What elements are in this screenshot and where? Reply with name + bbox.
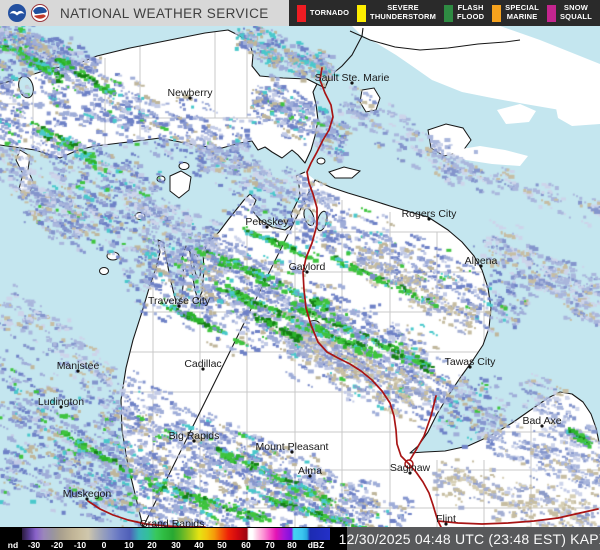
city-label: Cadillac: [184, 358, 221, 370]
dbz-tick-label: 0: [102, 540, 107, 550]
city-label: Sault Ste. Marie: [315, 72, 390, 84]
legend-item: SNOWSQUALL: [547, 4, 592, 21]
city-label: Saginaw: [390, 462, 431, 474]
highway-road: [438, 509, 598, 524]
legend-swatch: [357, 5, 366, 22]
city-label: Tawas City: [445, 356, 497, 368]
city-label: Alpena: [465, 255, 498, 267]
dbz-tick-label: -30: [28, 540, 40, 550]
legend-item: FLASHFLOOD: [444, 4, 484, 21]
city-label: Bad Axe: [522, 415, 561, 427]
dbz-tick-label: 50: [217, 540, 226, 550]
timestamp: 12/30/2025 04:48 UTC (23:48 EST) KAPX: [347, 527, 600, 550]
dbz-tick-label: 10: [124, 540, 133, 550]
legend-label: TORNADO: [310, 9, 349, 18]
header-bar: NATIONAL WEATHER SERVICE TORNADO SEVERETH…: [0, 0, 600, 26]
map-overlay-layer: Newberry Sault Ste. Marie Petoskey Rogers C…: [0, 26, 600, 527]
noaa-logo-icon: [8, 4, 26, 22]
highway-road: [410, 396, 436, 460]
legend-label: FLASHFLOOD: [457, 4, 484, 21]
legend-swatch: [547, 5, 556, 22]
city-label: Muskegon: [63, 488, 112, 500]
city-label: Rogers City: [402, 208, 458, 220]
city-label: Traverse City: [148, 295, 211, 307]
city-label: Petoskey: [245, 216, 289, 228]
legend-item: TORNADO: [297, 5, 349, 22]
legend-label: SPECIALMARINE: [505, 4, 539, 21]
legend-item: SPECIALMARINE: [492, 4, 539, 21]
radar-map[interactable]: Newberry Sault Ste. Marie Petoskey Rogers C…: [0, 26, 600, 527]
app-title: NATIONAL WEATHER SERVICE: [60, 6, 269, 21]
warning-legend: TORNADO SEVERETHUNDERSTORM FLASHFLOOD SPECI…: [289, 0, 600, 26]
city-label: Big Rapids: [169, 430, 220, 442]
status-bar: nd -30 -20 -10 0 10 20 30 40 50 60 70 80 dBZ 12/30/20…: [0, 527, 600, 550]
legend-label: SNOWSQUALL: [560, 4, 592, 21]
legend-item: SEVERETHUNDERSTORM: [357, 4, 436, 21]
dbz-tick-label: 70: [265, 540, 274, 550]
city-label: Mount Pleasant: [256, 441, 329, 453]
legend-swatch: [297, 5, 306, 22]
dbz-tick-label: 40: [194, 540, 203, 550]
nws-radar-app: NATIONAL WEATHER SERVICE TORNADO SEVERETH…: [0, 0, 600, 550]
city-label: Flint: [436, 513, 456, 525]
city-label: Newberry: [168, 87, 214, 99]
dbz-tick-label: nd: [8, 540, 18, 550]
city-label: Alma: [298, 465, 322, 477]
dbz-colorbar: [22, 528, 330, 540]
legend-label: SEVERETHUNDERSTORM: [370, 4, 436, 21]
nws-logo-icon: [31, 4, 49, 22]
legend-swatch: [444, 5, 453, 22]
city-label: Ludington: [38, 396, 84, 408]
city-label: Manistee: [57, 360, 100, 372]
dbz-tick-label: dBZ: [308, 540, 325, 550]
dbz-tick-label: 30: [171, 540, 180, 550]
city-label: Gaylord: [289, 261, 326, 273]
city-label: Grand Rapids: [140, 518, 205, 527]
dbz-tick-label: 60: [241, 540, 250, 550]
legend-swatch: [492, 5, 501, 22]
dbz-tick-label: 80: [287, 540, 296, 550]
dbz-tick-label: 20: [147, 540, 156, 550]
highway-road: [303, 68, 438, 521]
dbz-tick-label: -10: [74, 540, 86, 550]
brand: NATIONAL WEATHER SERVICE: [8, 0, 269, 26]
dbz-tick-label: -20: [51, 540, 63, 550]
